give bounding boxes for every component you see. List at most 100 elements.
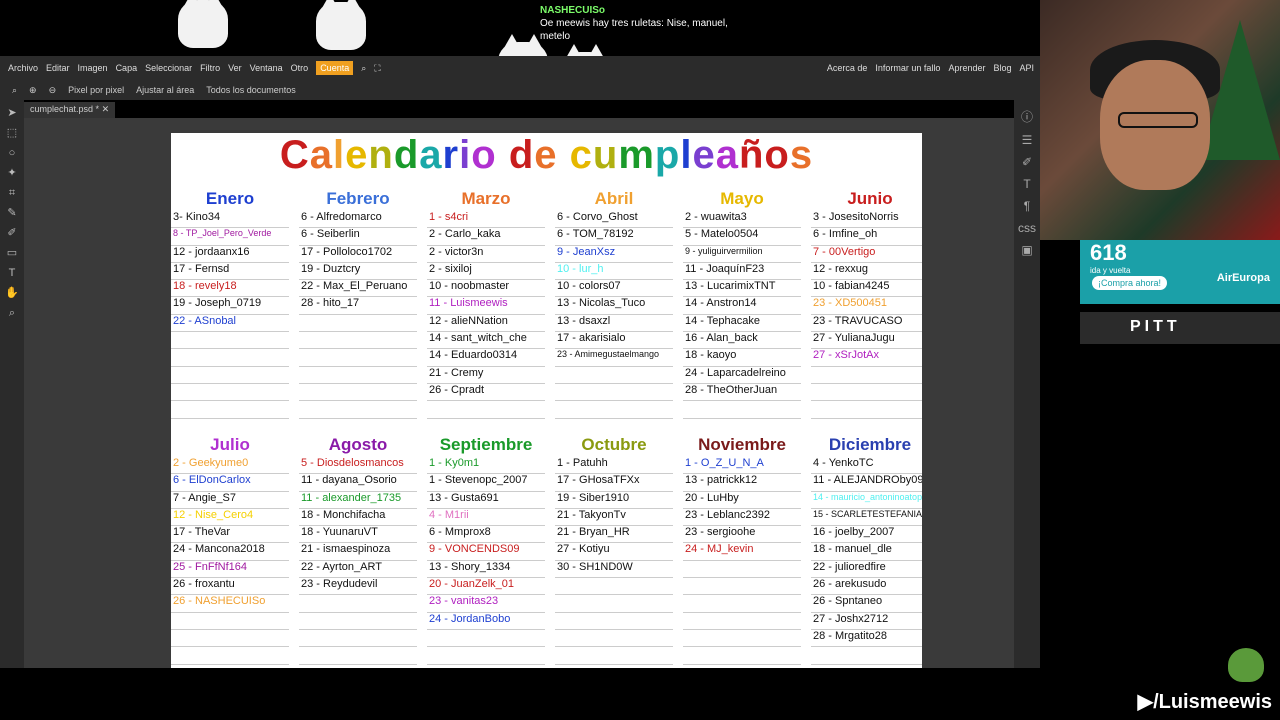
birthday-entry: 17 - akarisialo <box>555 332 673 350</box>
menu-capa[interactable]: Capa <box>116 63 138 73</box>
birthday-entry <box>299 384 417 402</box>
month-agosto: Agosto 5 - Diosdelosmancos 11 - dayana_Oso… <box>299 435 417 665</box>
month-name: Junio <box>847 189 893 208</box>
fullscreen-icon[interactable]: ⛶ <box>374 63 380 74</box>
birthday-entry: 26 - NASHECUISo <box>171 595 289 613</box>
month-name: Diciembre <box>828 435 912 454</box>
birthday-entry: 19 - Siber1910 <box>555 492 673 509</box>
document-canvas[interactable]: Calendario de cumpleaños Enero 3- Kino34 8… <box>171 133 922 668</box>
crop-tool-icon[interactable]: ⌗ <box>5 186 19 200</box>
ad2-title: PITT <box>1130 318 1181 335</box>
birthday-entry <box>555 578 673 596</box>
birthday-entry: 7 - 00Vertigo <box>811 246 922 263</box>
zoom-in-icon[interactable]: ⊕ <box>29 85 37 96</box>
menu-editar[interactable]: Editar <box>46 63 70 73</box>
title-letter: c <box>569 133 593 177</box>
menu-acerca[interactable]: Acerca de <box>827 63 868 73</box>
menu-otro[interactable]: Otro <box>291 63 309 73</box>
title-letter: e <box>534 133 558 177</box>
search-icon[interactable]: ⌕ <box>361 63 366 74</box>
webcam-feed <box>1040 0 1280 240</box>
birthday-entry: 6 - ElDonCarlox <box>171 474 289 492</box>
wand-tool-icon[interactable]: ✦ <box>5 166 19 180</box>
month-name: Abril <box>594 189 634 208</box>
text-icon[interactable]: T <box>1014 177 1040 191</box>
menu-filtro[interactable]: Filtro <box>200 63 220 73</box>
birthday-entry: 9 - JeanXsz <box>555 246 673 263</box>
birthday-entry <box>299 315 417 333</box>
menu-aprender[interactable]: Aprender <box>948 63 985 73</box>
brush-tool-icon[interactable]: ✐ <box>5 226 19 240</box>
birthday-entry <box>171 349 289 367</box>
birthday-entry: 24 - MJ_kevin <box>683 543 801 561</box>
title-letter: e <box>345 133 369 177</box>
birthday-entry <box>299 332 417 350</box>
birthday-entry: 5 - Matelo0504 <box>683 228 801 246</box>
birthday-entry: 20 - LuHby <box>683 492 801 509</box>
title-letter <box>558 133 570 177</box>
menu-cuenta[interactable]: Cuenta <box>316 61 354 75</box>
birthday-entry: 10 - lur_h <box>555 263 673 281</box>
birthday-entry: 14 - mauricio_antoninoatope <box>811 492 922 509</box>
menu-informar[interactable]: Informar un fallo <box>875 63 940 73</box>
all-docs-checkbox[interactable]: Todos los documentos <box>206 85 296 95</box>
birthday-entry <box>683 647 801 665</box>
birthday-entry: 11 - ALEJANDROby09s <box>811 474 922 492</box>
ad-brand: AirEuropa <box>1216 272 1270 284</box>
close-icon[interactable]: ✕ <box>102 104 110 114</box>
ad-cta-button[interactable]: ¡Compra ahora! <box>1092 276 1168 290</box>
birthday-entry <box>811 367 922 384</box>
text-tool-icon[interactable]: T <box>5 266 19 280</box>
month-septiembre: Septiembre 1 - Ky0m1 1 - Stevenopc_2007 13 … <box>427 435 545 665</box>
zoom-icon[interactable]: ⌕ <box>12 85 17 96</box>
layers-icon[interactable]: ☰ <box>1014 133 1040 147</box>
birthday-entry <box>683 401 801 419</box>
birthday-entry: 6 - Corvo_Ghost <box>555 211 673 229</box>
menu-blog[interactable]: Blog <box>993 63 1011 73</box>
birthday-entry: 17 - TheVar <box>171 526 289 544</box>
css-icon[interactable]: css <box>1014 221 1040 235</box>
menu-seleccionar[interactable]: Seleccionar <box>145 63 192 73</box>
title-letter: s <box>789 133 814 177</box>
birthday-entry: 24 - Mancona2018 <box>171 543 289 561</box>
paragraph-icon[interactable]: ¶ <box>1014 199 1040 213</box>
airline-ad[interactable]: 618 ida y vuelta ¡Compra ahora! AirEurop… <box>1080 240 1280 304</box>
channel-handle: ▶/Luismeewis <box>1137 691 1272 713</box>
menu-ver[interactable]: Ver <box>228 63 242 73</box>
birthday-entry <box>299 401 417 419</box>
hand-tool-icon[interactable]: ✋ <box>5 286 19 300</box>
document-tab[interactable]: cumplechat.psd * ✕ <box>24 102 116 118</box>
menu-archivo[interactable]: Archivo <box>8 63 38 73</box>
image-icon[interactable]: ▣ <box>1014 243 1040 257</box>
zoom-out-icon[interactable]: ⊖ <box>49 85 57 96</box>
fit-button[interactable]: Ajustar al área <box>136 85 194 95</box>
zoom-tool-icon[interactable]: ⌕ <box>5 306 19 320</box>
month-name: Enero <box>205 189 255 208</box>
title-letter: d <box>393 133 420 177</box>
marquee-tool-icon[interactable]: ⬚ <box>5 126 19 140</box>
eyedropper-tool-icon[interactable]: ✎ <box>5 206 19 220</box>
movie-ad[interactable]: PITT <box>1080 312 1280 344</box>
birthday-entry <box>171 401 289 419</box>
lasso-tool-icon[interactable]: ○ <box>5 146 19 160</box>
birthday-entry: 18 - YuunaruVT <box>299 526 417 544</box>
birthday-entry: 26 - arekusudo <box>811 578 922 596</box>
menu-ventana[interactable]: Ventana <box>250 63 283 73</box>
eraser-tool-icon[interactable]: ▭ <box>5 246 19 260</box>
menu-api[interactable]: API <box>1019 63 1034 73</box>
birthday-entry: 12 - rexxug <box>811 263 922 281</box>
birthday-entry: 22 - julioredfire <box>811 561 922 579</box>
menu-imagen[interactable]: Imagen <box>78 63 108 73</box>
move-tool-icon[interactable]: ➤ <box>5 106 19 120</box>
birthday-entry: 18 - manuel_dle <box>811 543 922 561</box>
brush-icon[interactable]: ✐ <box>1014 155 1040 169</box>
title-letter: e <box>692 133 716 177</box>
birthday-entry <box>555 401 673 419</box>
month-diciembre: Diciembre 4 - YenkoTC 11 - ALEJANDROby09s 1… <box>811 435 922 665</box>
birthday-entry: 1 - Patuhh <box>555 457 673 475</box>
info-icon[interactable]: ⓘ <box>1014 108 1040 125</box>
birthday-entry <box>555 630 673 648</box>
pixel-button[interactable]: Pixel por pixel <box>68 85 124 95</box>
title-letter: n <box>368 133 394 177</box>
ad-price: 618 <box>1090 240 1127 265</box>
